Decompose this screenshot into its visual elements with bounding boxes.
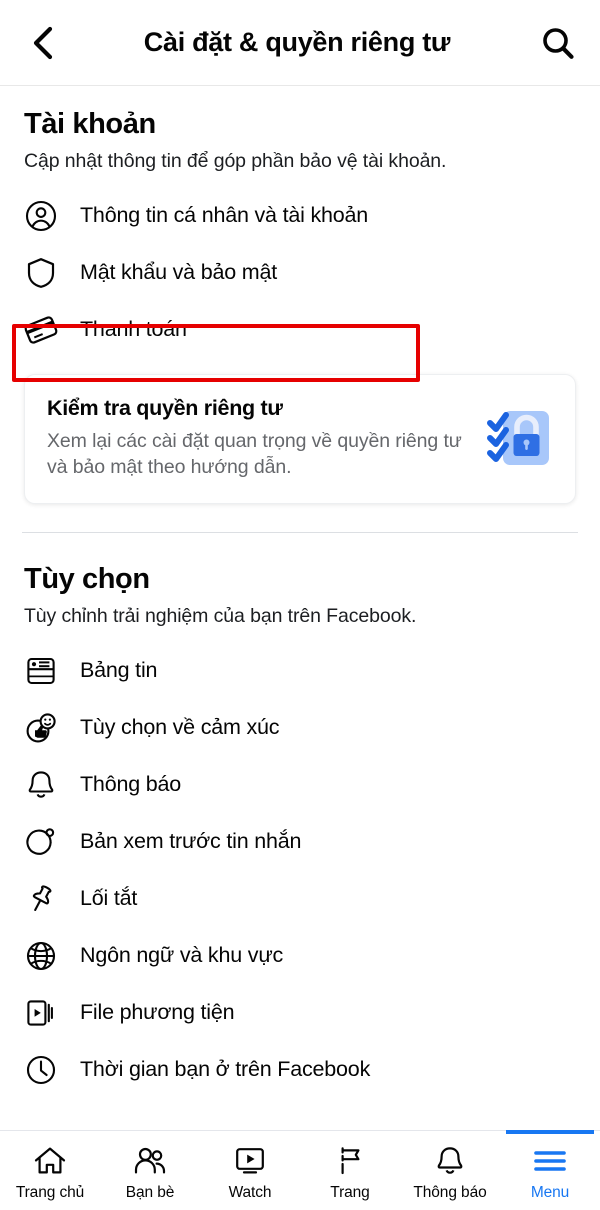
section-divider (22, 532, 578, 533)
globe-icon (24, 939, 58, 973)
section-title-preferences: Tùy chọn (24, 563, 150, 595)
list-item-label: Thời gian bạn ở trên Facebook (80, 1057, 371, 1081)
privacy-checkup-card[interactable]: Kiểm tra quyền riêng tư Xem lại các cài … (24, 374, 576, 504)
preferences-list: Bảng tin Tùy chọn về cảm xúc Thông báo B… (0, 642, 600, 1098)
nav-item-label: Bạn bè (125, 1183, 175, 1201)
nav-item-label: Watch (228, 1183, 272, 1201)
list-item-password-security[interactable]: Mật khẩu và bảo mật (0, 244, 600, 301)
list-item-news-feed[interactable]: Bảng tin (0, 642, 600, 699)
list-item-reaction-preferences[interactable]: Tùy chọn về cảm xúc (0, 699, 600, 756)
bell-icon (24, 768, 58, 802)
section-subtitle-preferences: Tùy chỉnh trải nghiệm của bạn trên Faceb… (24, 605, 417, 627)
list-item-label: Bảng tin (80, 658, 158, 682)
section-account: Tài khoản Cập nhật thông tin để góp phần… (0, 86, 600, 533)
bell-icon (434, 1144, 466, 1178)
back-button[interactable] (8, 8, 78, 78)
nav-item-menu[interactable]: Menu (500, 1130, 600, 1210)
nav-item-watch[interactable]: Watch (200, 1131, 300, 1210)
chevron-left-icon (33, 26, 53, 59)
bottom-navigation-bar: Trang chủ Bạn bè Watch Trang Thông báo M… (0, 1130, 600, 1210)
list-item-label: Thanh toán (80, 317, 187, 341)
nav-item-friends[interactable]: Bạn bè (100, 1131, 200, 1210)
list-item-label: Ngôn ngữ và khu vực (80, 943, 284, 967)
nav-item-label: Thông báo (413, 1183, 487, 1201)
privacy-checkup-description: Xem lại các cài đặt quan trọng về quyền … (47, 429, 462, 478)
section-preferences: Tùy chọn Tùy chỉnh trải nghiệm của bạn t… (0, 563, 600, 1098)
list-item-label: Thông tin cá nhân và tài khoản (80, 203, 369, 227)
nav-item-label: Trang chủ (15, 1183, 85, 1201)
person-circle-icon (24, 199, 58, 233)
hamburger-menu-icon (533, 1144, 567, 1178)
nav-item-pages[interactable]: Trang (300, 1131, 400, 1210)
list-item-message-preview[interactable]: Bản xem trước tin nhắn (0, 813, 600, 870)
list-item-personal-info[interactable]: Thông tin cá nhân và tài khoản (0, 187, 600, 244)
search-button[interactable] (522, 8, 594, 78)
shield-icon (24, 256, 58, 290)
nav-item-notifications[interactable]: Thông báo (400, 1131, 500, 1210)
home-icon (33, 1144, 67, 1178)
settings-privacy-screen: Cài đặt & quyền riêng tư Tài khoản Cập n… (0, 0, 600, 1210)
account-list: Thông tin cá nhân và tài khoản Mật khẩu … (0, 187, 600, 358)
section-subtitle-account: Cập nhật thông tin để góp phần bảo vệ tà… (24, 150, 447, 172)
settings-content: Tài khoản Cập nhật thông tin để góp phần… (0, 86, 600, 1130)
list-item-shortcuts[interactable]: Lối tắt (0, 870, 600, 927)
privacy-checkup-title: Kiểm tra quyền riêng tư (47, 395, 283, 420)
media-file-icon (24, 996, 58, 1030)
section-title-account: Tài khoản (24, 108, 156, 140)
reactions-icon (24, 711, 58, 745)
list-item-language-region[interactable]: Ngôn ngữ và khu vực (0, 927, 600, 984)
list-item-label: Bản xem trước tin nhắn (80, 829, 302, 853)
list-item-time-on-facebook[interactable]: Thời gian bạn ở trên Facebook (0, 1041, 600, 1098)
pages-flag-icon (333, 1144, 367, 1178)
list-item-label: Thông báo (80, 772, 182, 796)
list-item-label: Lối tắt (80, 886, 138, 910)
list-item-label: File phương tiện (80, 1000, 235, 1024)
clock-icon (24, 1053, 58, 1087)
privacy-checkup-lock-icon (487, 405, 553, 471)
watch-play-icon (233, 1144, 267, 1178)
nav-item-home[interactable]: Trang chủ (0, 1131, 100, 1210)
nav-item-label: Trang (330, 1183, 370, 1201)
credit-card-icon (24, 313, 58, 347)
news-feed-icon (24, 654, 58, 688)
pin-icon (24, 882, 58, 916)
nav-item-label: Menu (530, 1183, 570, 1201)
message-bubble-icon (24, 825, 58, 859)
app-header: Cài đặt & quyền riêng tư (0, 0, 600, 86)
page-title: Cài đặt & quyền riêng tư (143, 27, 451, 57)
list-item-payments[interactable]: Thanh toán (0, 301, 600, 358)
list-item-label: Tùy chọn về cảm xúc (80, 715, 280, 739)
friends-icon (132, 1144, 168, 1178)
list-item-media-files[interactable]: File phương tiện (0, 984, 600, 1041)
list-item-notifications[interactable]: Thông báo (0, 756, 600, 813)
search-icon (543, 27, 574, 59)
list-item-label: Mật khẩu và bảo mật (80, 260, 277, 284)
privacy-checkup-text: Kiểm tra quyền riêng tư Xem lại các cài … (47, 396, 487, 481)
